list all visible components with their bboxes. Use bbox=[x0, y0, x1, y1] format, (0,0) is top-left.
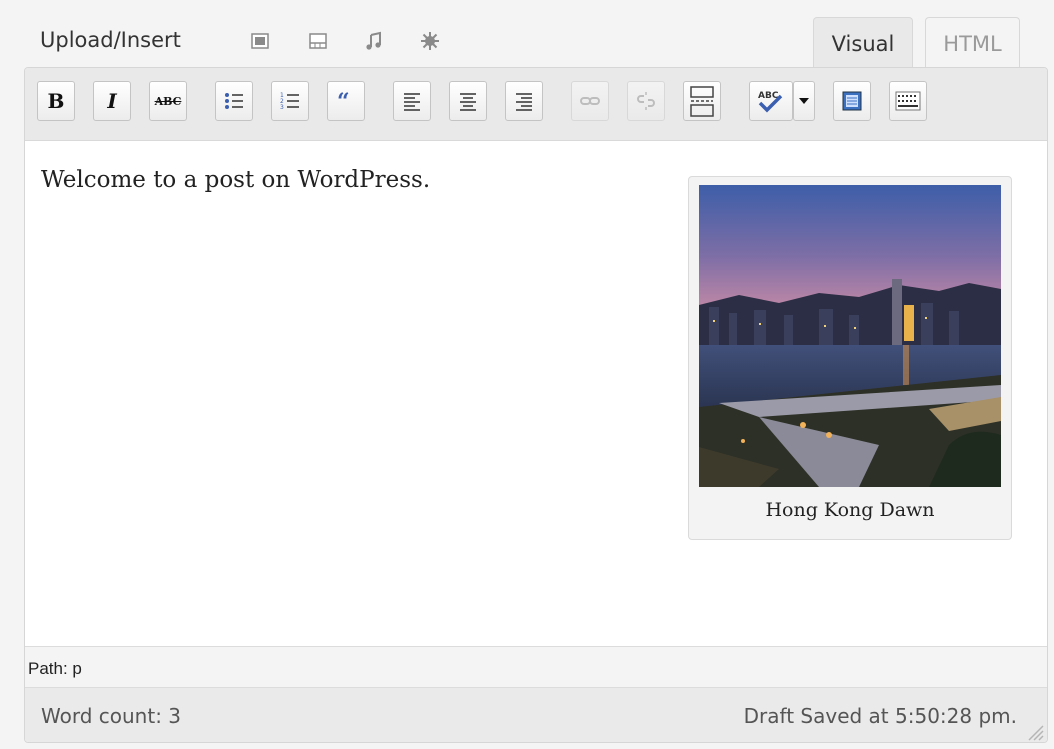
image-icon[interactable] bbox=[249, 30, 271, 52]
strikethrough-button[interactable]: ABC bbox=[149, 81, 187, 121]
upload-insert-label: Upload/Insert bbox=[40, 28, 181, 52]
italic-button[interactable]: I bbox=[93, 81, 131, 121]
unlink-button[interactable] bbox=[627, 81, 665, 121]
ordered-list-button[interactable]: 123 bbox=[271, 81, 309, 121]
kitchen-sink-button[interactable] bbox=[889, 81, 927, 121]
word-count: Word count: 3 bbox=[41, 704, 182, 728]
align-left-icon bbox=[404, 93, 420, 111]
ordered-list-icon: 123 bbox=[280, 92, 299, 111]
unordered-list-button[interactable] bbox=[215, 81, 253, 121]
bold-button[interactable]: B bbox=[37, 81, 75, 121]
bold-icon: B bbox=[47, 89, 65, 113]
align-center-icon bbox=[460, 93, 476, 111]
align-right-button[interactable] bbox=[505, 81, 543, 121]
unordered-list-icon bbox=[225, 93, 243, 109]
editor: B I ABC 123 “ ABC Welcome to a post on W… bbox=[24, 67, 1048, 743]
align-right-icon bbox=[516, 93, 532, 111]
fullscreen-icon bbox=[842, 91, 862, 111]
blockquote-button[interactable]: “ bbox=[327, 81, 365, 121]
italic-icon: I bbox=[107, 89, 117, 113]
unlink-icon bbox=[637, 92, 655, 110]
spellcheck-dropdown[interactable] bbox=[793, 81, 815, 121]
insert-link-button[interactable] bbox=[571, 81, 609, 121]
post-image[interactable] bbox=[699, 185, 1001, 487]
spellcheck-button[interactable]: ABC bbox=[749, 81, 793, 121]
media-icon[interactable] bbox=[419, 30, 441, 52]
align-left-button[interactable] bbox=[393, 81, 431, 121]
svg-text:“: “ bbox=[337, 90, 350, 112]
audio-icon[interactable] bbox=[363, 30, 385, 52]
tab-visual[interactable]: Visual bbox=[813, 17, 913, 69]
blockquote-icon: “ bbox=[337, 90, 350, 112]
kitchen-sink-icon bbox=[895, 91, 921, 111]
insert-more-button[interactable] bbox=[683, 81, 721, 121]
image-caption: Hong Kong Dawn bbox=[765, 499, 935, 521]
resize-handle-icon[interactable] bbox=[1025, 722, 1045, 742]
editor-content[interactable]: Welcome to a post on WordPress. Hong Kon… bbox=[25, 141, 1047, 646]
formatting-toolbar: B I ABC 123 “ ABC bbox=[25, 68, 1047, 141]
video-icon[interactable] bbox=[307, 30, 329, 52]
chevron-down-icon bbox=[799, 98, 809, 104]
align-center-button[interactable] bbox=[449, 81, 487, 121]
media-bar: Upload/Insert Visual HTML bbox=[0, 0, 1054, 69]
link-icon bbox=[580, 97, 600, 105]
spellcheck-icon: ABC bbox=[758, 91, 783, 113]
image-caption-box[interactable]: Hong Kong Dawn bbox=[688, 176, 1012, 540]
fullscreen-button[interactable] bbox=[833, 81, 871, 121]
more-tag-icon bbox=[690, 86, 714, 117]
post-paragraph[interactable]: Welcome to a post on WordPress. bbox=[41, 167, 430, 193]
tab-html[interactable]: HTML bbox=[925, 17, 1020, 69]
draft-saved-status: Draft Saved at 5:50:28 pm. bbox=[743, 704, 1017, 728]
strikethrough-icon: ABC bbox=[154, 94, 182, 108]
element-path: Path: p bbox=[25, 646, 1047, 688]
status-bar: Word count: 3 Draft Saved at 5:50:28 pm. bbox=[25, 688, 1047, 742]
svg-text:3: 3 bbox=[280, 104, 284, 111]
